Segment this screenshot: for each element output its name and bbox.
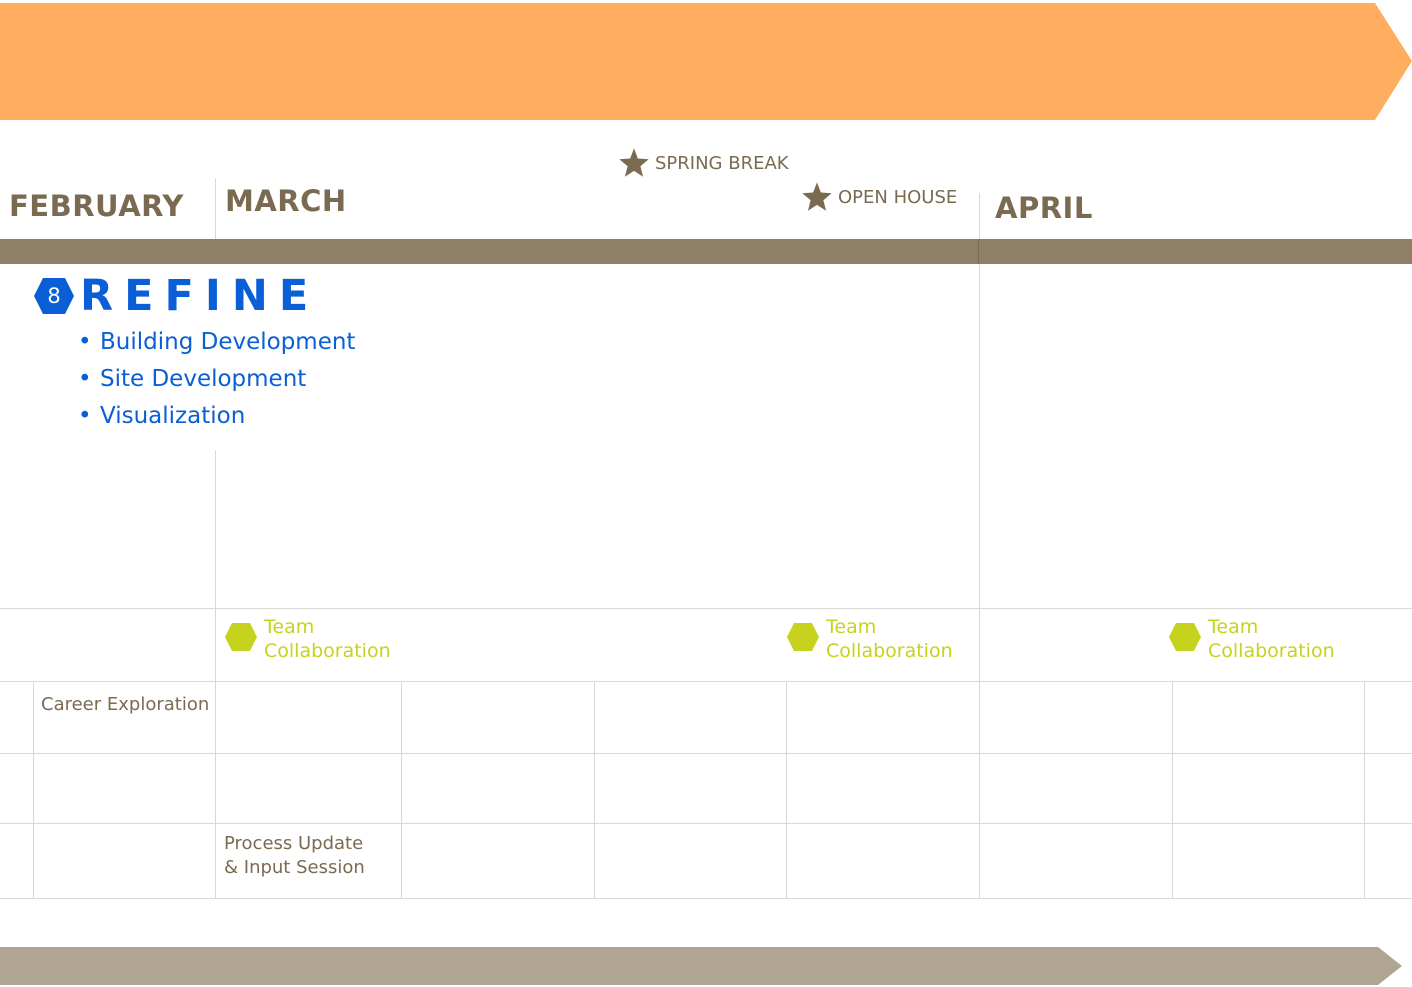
label-line: & Input Session bbox=[224, 857, 365, 878]
grid-column-line bbox=[401, 681, 402, 899]
star-icon bbox=[802, 182, 832, 211]
label-line: Team bbox=[264, 616, 315, 638]
process-update-session: Process Update & Input Session bbox=[224, 832, 365, 880]
header-divider-march bbox=[215, 178, 216, 239]
month-april: APRIL bbox=[995, 191, 1093, 225]
team-collaboration-label: Team Collaboration bbox=[826, 615, 953, 663]
list-item-label: Building Development bbox=[100, 329, 356, 355]
grid-line-april bbox=[979, 264, 980, 899]
bullet: • bbox=[78, 403, 92, 429]
bullet: • bbox=[78, 329, 92, 355]
timeline-header-bar bbox=[0, 239, 1412, 264]
grid-row-line bbox=[0, 681, 1412, 682]
list-item: • Site Development bbox=[78, 362, 355, 399]
team-collaboration-marker: Team Collaboration bbox=[1168, 615, 1335, 663]
label-line: Collaboration bbox=[1208, 640, 1335, 662]
grid-row-line bbox=[0, 898, 1412, 899]
row-label-career-exploration: Career Exploration bbox=[41, 694, 210, 715]
label-line: Collaboration bbox=[826, 640, 953, 662]
hexagon-icon bbox=[225, 623, 257, 651]
list-item-label: Visualization bbox=[100, 403, 246, 429]
header-divider-april bbox=[979, 193, 980, 239]
team-collaboration-marker: Team Collaboration bbox=[786, 615, 953, 663]
label-line: Team bbox=[1208, 616, 1259, 638]
grid-column-line bbox=[1364, 681, 1365, 899]
bar-divider bbox=[978, 239, 979, 264]
phase-number: 8 bbox=[47, 284, 61, 308]
event-label: SPRING BREAK bbox=[655, 152, 789, 174]
top-arrow-band bbox=[0, 3, 1412, 120]
star-icon bbox=[619, 148, 649, 177]
phase-title: REFINE bbox=[80, 271, 320, 321]
phase-item-list: • Building Development • Site Development … bbox=[78, 325, 355, 436]
list-item: • Building Development bbox=[78, 325, 355, 362]
team-collaboration-label: Team Collaboration bbox=[1208, 615, 1335, 663]
grid-column-line bbox=[786, 681, 787, 899]
grid-row-line bbox=[0, 823, 1412, 824]
grid-column-line bbox=[594, 681, 595, 899]
bullet: • bbox=[78, 366, 92, 392]
label-line: Team bbox=[826, 616, 877, 638]
list-item: • Visualization bbox=[78, 399, 355, 436]
month-march: MARCH bbox=[225, 184, 347, 218]
hexagon-icon bbox=[787, 623, 819, 651]
event-open-house: OPEN HOUSE bbox=[800, 181, 957, 213]
grid-row-line bbox=[0, 753, 1412, 754]
label-line: Collaboration bbox=[264, 640, 391, 662]
label-line: Process Update bbox=[224, 833, 364, 854]
list-item-label: Site Development bbox=[100, 366, 307, 392]
hexagon-icon bbox=[1169, 623, 1201, 651]
team-collaboration-label: Team Collaboration bbox=[264, 615, 391, 663]
grid-column-line bbox=[1172, 681, 1173, 899]
bottom-arrow-band bbox=[0, 947, 1402, 985]
event-spring-break: SPRING BREAK bbox=[617, 147, 789, 179]
month-february: FEBRUARY bbox=[9, 189, 184, 223]
grid-row-line bbox=[0, 608, 1412, 609]
grid-column-line bbox=[33, 681, 34, 899]
team-collaboration-marker: Team Collaboration bbox=[224, 615, 391, 663]
event-label: OPEN HOUSE bbox=[838, 186, 958, 208]
grid-line-march bbox=[215, 450, 216, 899]
